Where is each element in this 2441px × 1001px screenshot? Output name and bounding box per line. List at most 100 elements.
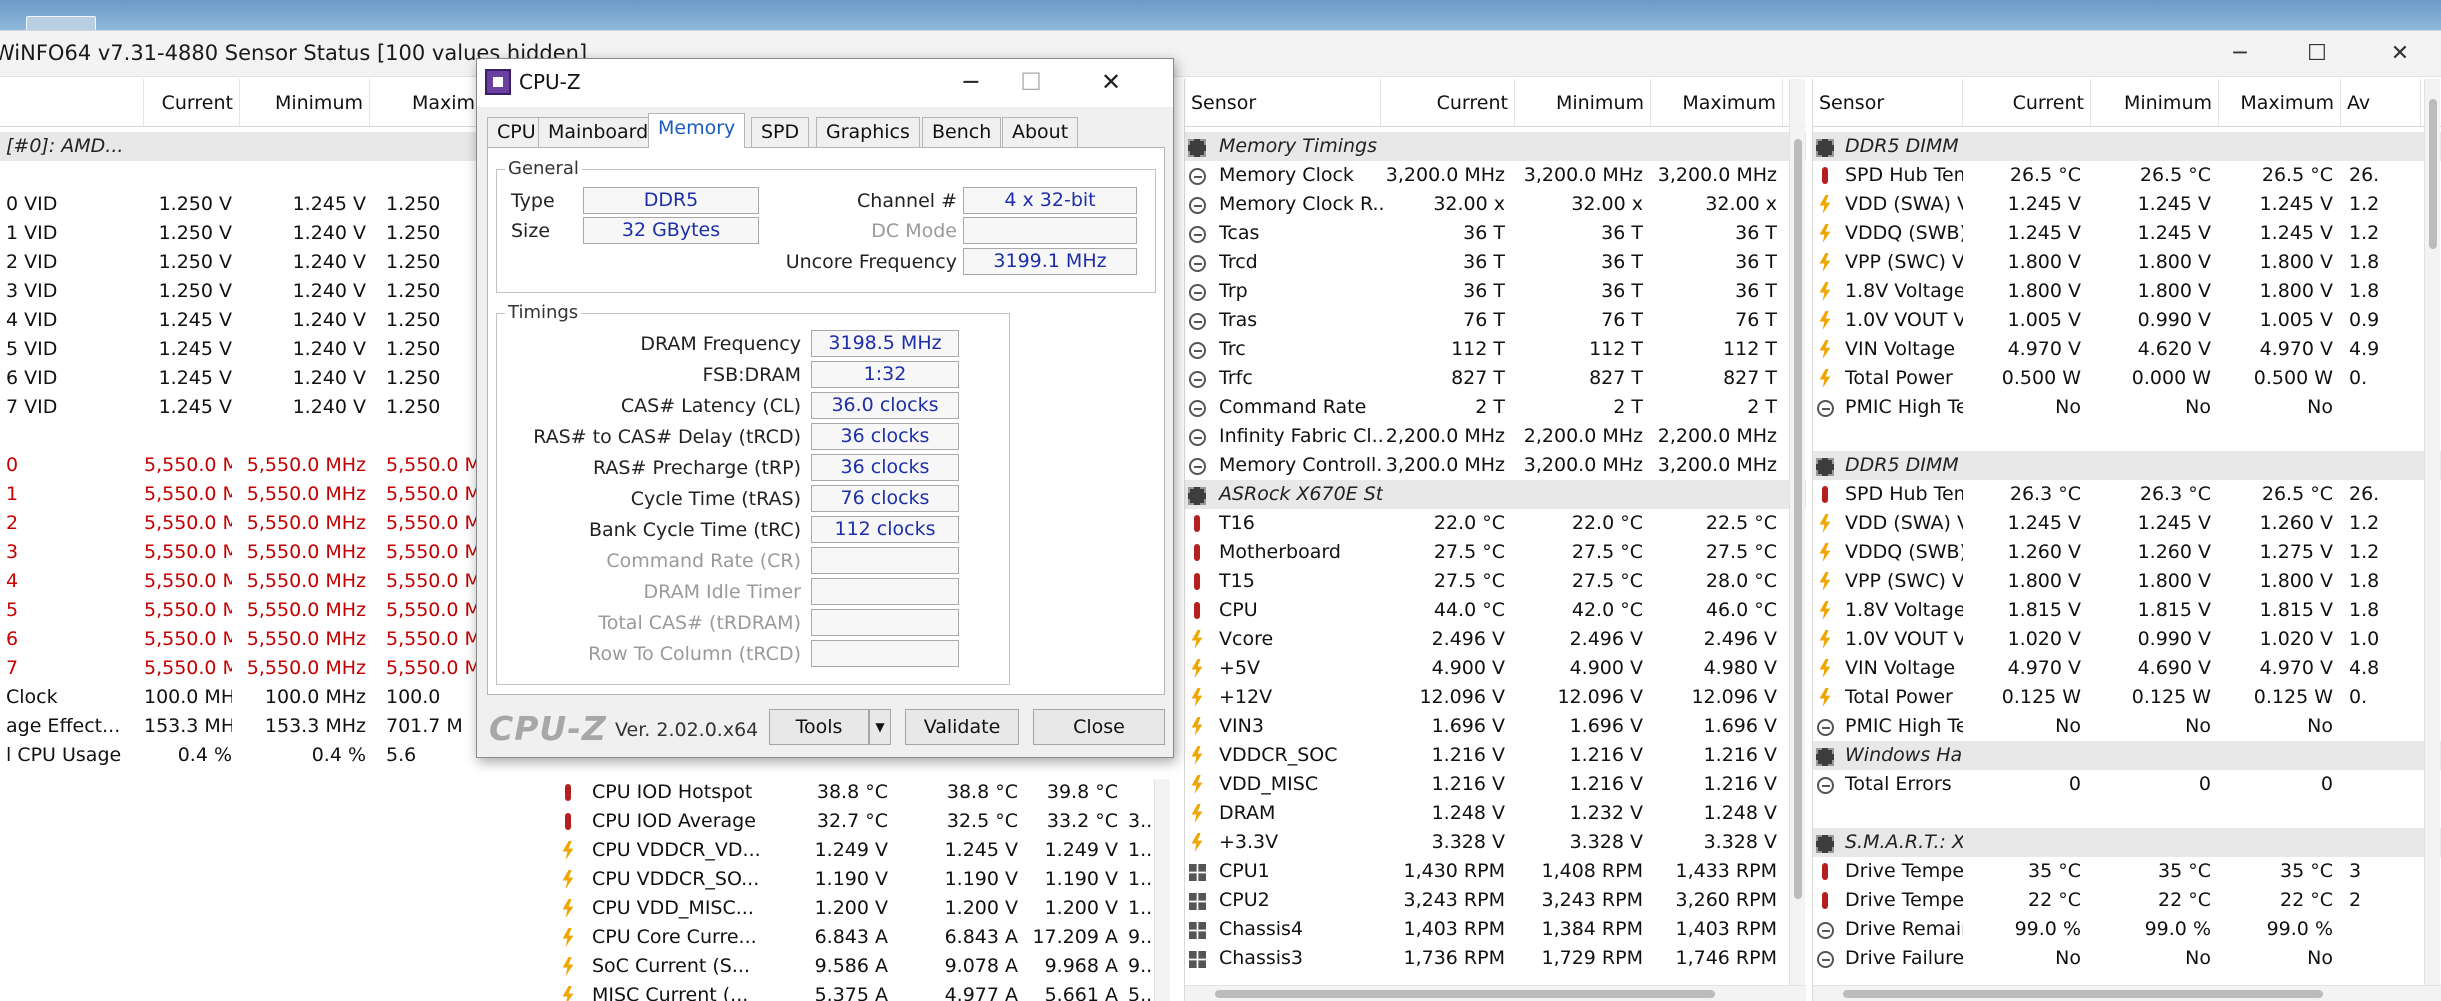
sensor-row[interactable]: VPP (SWC) Vol... 1.800 V 1.800 V 1.800 V 1.8 [1813,248,2441,277]
sensor-group-header[interactable]: DDR5 DIMM [#... [1813,132,2441,161]
sensor-row[interactable]: CPU IOD Hotspot 38.8 °C 38.8 °C 39.8 °C [556,778,1176,807]
panel-2-scrollbar[interactable] [1154,779,1170,1001]
tab-memory[interactable]: Memory [648,113,746,148]
sensor-row[interactable]: Drive Temper... 22 °C 22 °C 22 °C 2 [1813,886,2441,915]
column-header-sensor[interactable]: Sensor [1185,79,1381,127]
sensor-row[interactable]: Tras 76 T 76 T 76 T [1185,306,1806,335]
sensor-row[interactable]: T16 22.0 °C 22.0 °C 22.5 °C [1185,509,1806,538]
sensor-row[interactable]: SPD Hub Tem... 26.3 °C 26.3 °C 26.5 °C 26. [1813,480,2441,509]
sensor-row[interactable]: 2 VID 1.250 V 1.240 V 1.250 [0,248,556,277]
sensor-row[interactable]: 05,550.0 MHz5,550.0 MHz5,550.0 MHz [0,451,556,480]
sensor-row[interactable]: Command Rate 2 T 2 T 2 T [1185,393,1806,422]
tools-button[interactable]: Tools [769,709,869,745]
sensor-row[interactable]: VIN3 1.696 V 1.696 V 1.696 V [1185,712,1806,741]
sensor-row[interactable]: Total Errors 0 0 0 [1813,770,2441,799]
sensor-row[interactable]: Memory Clock 3,200.0 MHz 3,200.0 MHz 3,200.… [1185,161,1806,190]
sensor-group-header[interactable]: Memory Timings [1185,132,1806,161]
sensor-row[interactable]: Drive Failure No No No [1813,944,2441,973]
hwinfo-minimize-button[interactable]: ─ [2205,31,2275,77]
column-header-maximum[interactable]: Maximum [1651,79,1783,127]
sensor-group-header[interactable]: S.M.A.R.T.: XP... [1813,828,2441,857]
sensor-row[interactable]: 3 VID 1.250 V 1.240 V 1.250 [0,277,556,306]
sensor-row[interactable]: 1.0V VOUT Vol... 1.005 V 0.990 V 1.005 V 0.9 [1813,306,2441,335]
sensor-row[interactable]: 35,550.0 MHz5,550.0 MHz5,550.0 MHz [0,538,556,567]
sensor-row[interactable]: Total Power 0.125 W 0.125 W 0.125 W 0. [1813,683,2441,712]
sensor-row[interactable]: Motherboard 27.5 °C 27.5 °C 27.5 °C [1185,538,1806,567]
sensor-row[interactable]: CPU VDDCR_SO... 1.190 V 1.190 V 1.190 V 1... [556,865,1176,894]
column-header-sensor[interactable]: Sensor [1813,79,1963,127]
tab-about[interactable]: About [1002,117,1079,147]
column-header-maximum[interactable]: Maximum [2219,79,2341,127]
sensor-row[interactable]: VDD_MISC 1.216 V 1.216 V 1.216 V [1185,770,1806,799]
sensor-group-header[interactable]: DDR5 DIMM [#... [1813,451,2441,480]
sensor-row[interactable]: 4 VID 1.245 V 1.240 V 1.250 [0,306,556,335]
sensor-row[interactable]: 5 VID 1.245 V 1.240 V 1.250 [0,335,556,364]
tab-graphics[interactable]: Graphics [816,117,920,147]
sensor-row[interactable]: CPU2 3,243 RPM 3,243 RPM 3,260 RPM [1185,886,1806,915]
column-header-minimum[interactable]: Minimum [240,79,370,127]
column-header-current[interactable]: Current [144,79,240,127]
sensor-row[interactable]: 55,550.0 MHz5,550.0 MHz5,550.0 MHz [0,596,556,625]
panel-3-hscrollbar[interactable] [1185,985,1806,1001]
panel-3-scrollbar[interactable] [1789,79,1805,1001]
sensor-row[interactable]: VIN Voltage 4.970 V 4.690 V 4.970 V 4.8 [1813,654,2441,683]
hwinfo-close-button[interactable]: ✕ [2365,31,2435,77]
sensor-row[interactable]: Chassis3 1,736 RPM 1,729 RPM 1,746 RPM [1185,944,1806,973]
column-header-minimum[interactable]: Minimum [2091,79,2219,127]
sensor-row[interactable]: +3.3V 3.328 V 3.328 V 3.328 V [1185,828,1806,857]
tools-dropdown-arrow-icon[interactable]: ▼ [869,709,891,745]
sensor-row[interactable]: 1.8V Voltage 1.800 V 1.800 V 1.800 V 1.8 [1813,277,2441,306]
column-header-minimum[interactable]: Minimum [1515,79,1651,127]
sensor-row[interactable]: 75,550.0 MHz5,550.0 MHz5,550.0 MHz [0,654,556,683]
cpuz-titlebar[interactable]: CPU-Z ─ ☐ ✕ [477,59,1173,107]
sensor-row[interactable]: Trcd 36 T 36 T 36 T [1185,248,1806,277]
sensor-row[interactable]: VDDQ (SWB) ... 1.260 V 1.260 V 1.275 V 1.2 [1813,538,2441,567]
sensor-row[interactable]: VPP (SWC) Vol... 1.800 V 1.800 V 1.800 V 1.8 [1813,567,2441,596]
hwinfo-maximize-button[interactable]: ☐ [2282,31,2352,77]
panel-4-hscrollbar[interactable] [1813,985,2441,1001]
column-header-current[interactable]: Current [1963,79,2091,127]
close-button[interactable]: Close [1033,709,1165,745]
column-header-sensor[interactable] [0,79,144,127]
sensor-row[interactable]: CPU VDDCR_VD... 1.249 V 1.245 V 1.249 V 1... [556,836,1176,865]
tab-cpu[interactable]: CPU [487,117,546,147]
sensor-row[interactable]: PMIC High Te... No No No [1813,393,2441,422]
sensor-row[interactable]: l CPU Usage 0.4 % 0.4 % 5.6 [0,741,556,770]
sensor-row[interactable]: Memory Controll... 3,200.0 MHz 3,200.0 MHz… [1185,451,1806,480]
sensor-row[interactable]: Memory Clock R... 32.00 x 32.00 x 32.00 x [1185,190,1806,219]
sensor-row[interactable]: CPU1 1,430 RPM 1,408 RPM 1,433 RPM [1185,857,1806,886]
sensor-row[interactable]: Infinity Fabric Cl... 2,200.0 MHz 2,200.0 … [1185,422,1806,451]
sensor-row[interactable]: 15,550.0 MHz5,550.0 MHz5,550.0 MHz [0,480,556,509]
tab-spd[interactable]: SPD [751,117,810,147]
panel-4-scrollbar[interactable] [2424,79,2440,1001]
cpuz-minimize-button[interactable]: ─ [941,59,1001,107]
sensor-row[interactable]: Trc 112 T 112 T 112 T [1185,335,1806,364]
sensor-row[interactable]: age Effect...153.3 MHz153.3 MHz701.7 M [0,712,556,741]
sensor-row[interactable]: VDDQ (SWB) ... 1.245 V 1.245 V 1.245 V 1.2 [1813,219,2441,248]
sensor-row[interactable]: DRAM 1.248 V 1.232 V 1.248 V [1185,799,1806,828]
sensor-row[interactable]: SoC Current (S... 9.586 A 9.078 A 9.968 A 9.… [556,952,1176,981]
sensor-row[interactable]: Tcas 36 T 36 T 36 T [1185,219,1806,248]
sensor-row[interactable]: Trp 36 T 36 T 36 T [1185,277,1806,306]
sensor-row[interactable]: Total Power 0.500 W 0.000 W 0.500 W 0. [1813,364,2441,393]
sensor-row[interactable]: 45,550.0 MHz5,550.0 MHz5,550.0 MHz [0,567,556,596]
sensor-row[interactable]: CPU VDD_MISC... 1.200 V 1.200 V 1.200 V 1... [556,894,1176,923]
sensor-row[interactable]: Vcore 2.496 V 2.496 V 2.496 V [1185,625,1806,654]
sensor-row[interactable]: 6 VID 1.245 V 1.240 V 1.250 [0,364,556,393]
validate-button[interactable]: Validate [905,709,1019,745]
sensor-group-header[interactable]: [#0]: AMD... [0,132,556,161]
tab-mainboard[interactable]: Mainboard [538,117,659,147]
sensor-group-header[interactable]: ASRock X670E St... [1185,480,1806,509]
sensor-row[interactable]: 25,550.0 MHz5,550.0 MHz5,550.0 MHz [0,509,556,538]
sensor-row[interactable]: CPU Core Curre... 6.843 A 6.843 A 17.209 A 9… [556,923,1176,952]
column-header-current[interactable]: Current [1381,79,1515,127]
hwinfo-titlebar[interactable]: WiNFO64 v7.31-4880 Sensor Status [100 va… [0,31,2441,77]
sensor-row[interactable]: PMIC High Te... No No No [1813,712,2441,741]
sensor-row[interactable]: Drive Remaini... 99.0 % 99.0 % 99.0 % [1813,915,2441,944]
sensor-row[interactable]: T15 27.5 °C 27.5 °C 28.0 °C [1185,567,1806,596]
sensor-row[interactable]: SPD Hub Tem... 26.5 °C 26.5 °C 26.5 °C 26. [1813,161,2441,190]
sensor-row[interactable]: CPU 44.0 °C 42.0 °C 46.0 °C [1185,596,1806,625]
sensor-row[interactable]: Chassis4 1,403 RPM 1,384 RPM 1,403 RPM [1185,915,1806,944]
sensor-row[interactable]: MISC Current (... 5.375 A 4.977 A 5.661 A 5.… [556,981,1176,1001]
sensor-row[interactable]: CPU IOD Average 32.7 °C 32.5 °C 33.2 °C 3... [556,807,1176,836]
